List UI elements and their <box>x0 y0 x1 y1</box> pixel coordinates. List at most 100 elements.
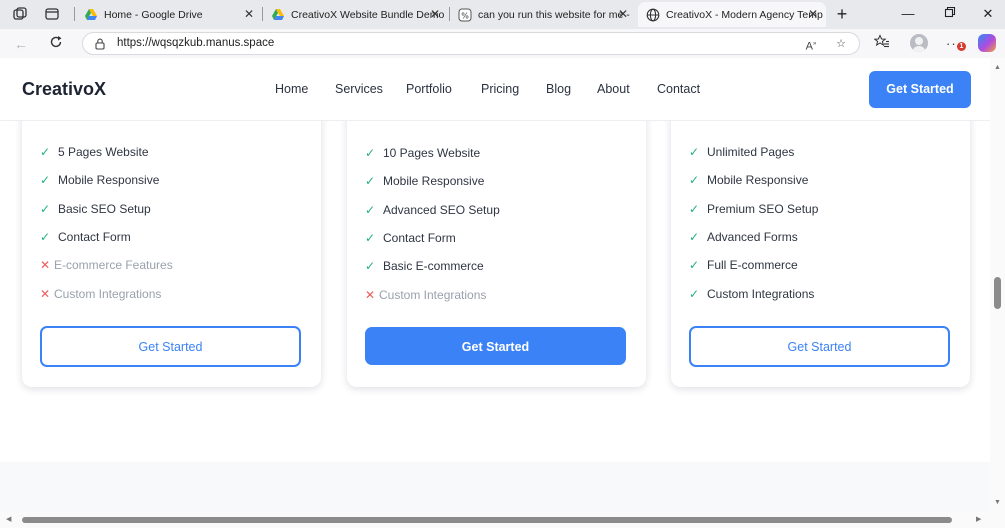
feature-item: ✓ Advanced SEO Setup <box>365 202 500 218</box>
profile-avatar[interactable] <box>910 34 928 52</box>
nav-services[interactable]: Services <box>335 82 383 96</box>
close-tab-icon[interactable]: ✕ <box>806 7 820 21</box>
tab-creativox-bundle[interactable]: CreativoX Website Bundle Demo ✕ <box>263 2 448 27</box>
tab-google-drive[interactable]: Home - Google Drive ✕ <box>76 2 262 27</box>
back-icon[interactable]: ← <box>11 34 31 54</box>
card-get-started-button[interactable]: Get Started <box>689 326 950 367</box>
feature-label: Basic SEO Setup <box>58 201 151 216</box>
copilot-icon[interactable] <box>978 34 996 52</box>
cross-icon: ✕ <box>40 258 51 273</box>
feature-label: Contact Form <box>383 230 456 245</box>
check-icon: ✓ <box>40 145 51 159</box>
globe-icon <box>646 8 660 22</box>
google-drive-icon <box>271 8 285 22</box>
scroll-up-icon[interactable]: ▲ <box>993 64 1002 71</box>
page-viewport: ✓ 5 Pages Website ✓ Mobile Responsive ✓ Basic… <box>0 58 990 512</box>
check-icon: ✓ <box>689 145 700 159</box>
check-icon: ✓ <box>689 201 700 216</box>
feature-label: Mobile Responsive <box>707 173 809 188</box>
check-icon: ✓ <box>689 173 700 188</box>
feature-item: ✓ Contact Form <box>40 229 131 245</box>
tab-manus-chat[interactable]: % can you run this website for me - ✕ <box>450 2 636 27</box>
feature-item: ✓ Custom Integrations <box>689 286 814 302</box>
card-get-started-button[interactable]: Get Started <box>40 326 301 367</box>
feature-item: ✓ Unlimited Pages <box>689 144 794 160</box>
site-info-icon[interactable] <box>93 37 107 51</box>
workspaces-icon[interactable] <box>12 6 28 22</box>
tab-creativox-active[interactable]: CreativoX - Modern Agency Temp ✕ <box>638 2 826 27</box>
check-icon: ✓ <box>365 146 376 160</box>
check-icon: ✓ <box>365 174 376 189</box>
refresh-icon[interactable] <box>46 34 66 54</box>
close-window-icon[interactable]: ✕ <box>978 4 998 24</box>
feature-label: Mobile Responsive <box>58 173 160 188</box>
tab-separator <box>74 7 75 21</box>
nav-portfolio[interactable]: Portfolio <box>406 82 452 96</box>
feature-label: Advanced SEO Setup <box>383 202 500 217</box>
site-header: CreativoX Home Services Portfolio Pricin… <box>0 58 990 121</box>
check-icon: ✓ <box>365 202 376 217</box>
tab-actions-icon[interactable] <box>44 6 60 22</box>
nav-blog[interactable]: Blog <box>546 82 571 96</box>
header-get-started-button[interactable]: Get Started <box>869 71 971 108</box>
google-drive-icon <box>84 8 98 22</box>
feature-label: Full E-commerce <box>707 258 798 273</box>
feature-label: Custom Integrations <box>707 286 815 301</box>
site-logo[interactable]: CreativoX <box>22 79 106 100</box>
nav-home[interactable]: Home <box>275 82 308 96</box>
svg-text:%: % <box>461 11 469 20</box>
feature-item: ✓ Mobile Responsive <box>365 173 484 189</box>
nav-pricing[interactable]: Pricing <box>481 82 519 96</box>
horizontal-scroll-thumb[interactable] <box>22 517 952 523</box>
url-text: https://wqsqzkub.manus.space <box>117 37 275 49</box>
check-icon: ✓ <box>365 259 376 274</box>
minimize-icon[interactable]: — <box>898 4 918 24</box>
check-icon: ✓ <box>689 286 700 301</box>
feature-item: ✕ Custom Integrations <box>365 287 486 303</box>
close-tab-icon[interactable]: ✕ <box>616 7 630 21</box>
next-section-background <box>0 462 990 512</box>
close-tab-icon[interactable]: ✕ <box>242 7 256 21</box>
scroll-down-icon[interactable]: ▼ <box>993 499 1002 506</box>
feature-item: ✓ 5 Pages Website <box>40 144 149 160</box>
check-icon: ✓ <box>40 201 51 216</box>
favorites-icon[interactable] <box>872 34 892 54</box>
tab-title: Home - Google Drive <box>104 8 203 21</box>
nav-contact[interactable]: Contact <box>657 82 700 96</box>
tab-title: CreativoX - Modern Agency Temp <box>666 8 823 21</box>
feature-item: ✓ Full E-commerce <box>689 257 798 273</box>
horizontal-scrollbar[interactable]: ◀ ▶ <box>0 512 1005 528</box>
check-icon: ✓ <box>689 229 700 244</box>
new-tab-icon[interactable]: + <box>832 4 852 24</box>
feature-label: Mobile Responsive <box>383 174 485 189</box>
vertical-scrollbar[interactable]: ▲ ▼ <box>990 58 1005 512</box>
feature-item: ✓ Premium SEO Setup <box>689 201 818 217</box>
check-icon: ✓ <box>40 173 51 188</box>
feature-label: E-commerce Features <box>54 258 173 273</box>
close-tab-icon[interactable]: ✕ <box>428 7 442 21</box>
feature-item: ✓ Basic SEO Setup <box>40 201 151 217</box>
feature-item: ✓ Contact Form <box>365 230 456 246</box>
feature-item: ✕ Custom Integrations <box>40 286 161 302</box>
feature-label: Custom Integrations <box>379 287 487 302</box>
card-get-started-button[interactable]: Get Started <box>365 327 626 365</box>
feature-item: ✓ Advanced Forms <box>689 229 798 245</box>
tab-title: can you run this website for me - <box>478 8 630 21</box>
feature-item: ✓ Mobile Responsive <box>689 172 808 188</box>
scroll-left-icon[interactable]: ◀ <box>6 515 11 523</box>
read-aloud-icon[interactable]: A» <box>803 36 819 53</box>
check-icon: ✓ <box>689 258 700 273</box>
scroll-right-icon[interactable]: ▶ <box>976 515 981 523</box>
vertical-scroll-thumb[interactable] <box>994 277 1001 309</box>
check-icon: ✓ <box>365 230 376 245</box>
address-bar[interactable]: https://wqsqzkub.manus.space A» ☆ <box>82 32 860 55</box>
browser-tab-strip: Home - Google Drive ✕ CreativoX Website … <box>0 0 1005 29</box>
feature-label: Premium SEO Setup <box>707 201 819 216</box>
favorite-star-icon[interactable]: ☆ <box>833 36 849 52</box>
restore-icon[interactable] <box>940 4 960 24</box>
nav-about[interactable]: About <box>597 82 630 96</box>
feature-item: ✕ E-commerce Features <box>40 257 173 273</box>
tab-title: CreativoX Website Bundle Demo <box>291 8 445 21</box>
manus-icon: % <box>458 8 472 22</box>
notification-badge: 1 <box>957 42 966 51</box>
